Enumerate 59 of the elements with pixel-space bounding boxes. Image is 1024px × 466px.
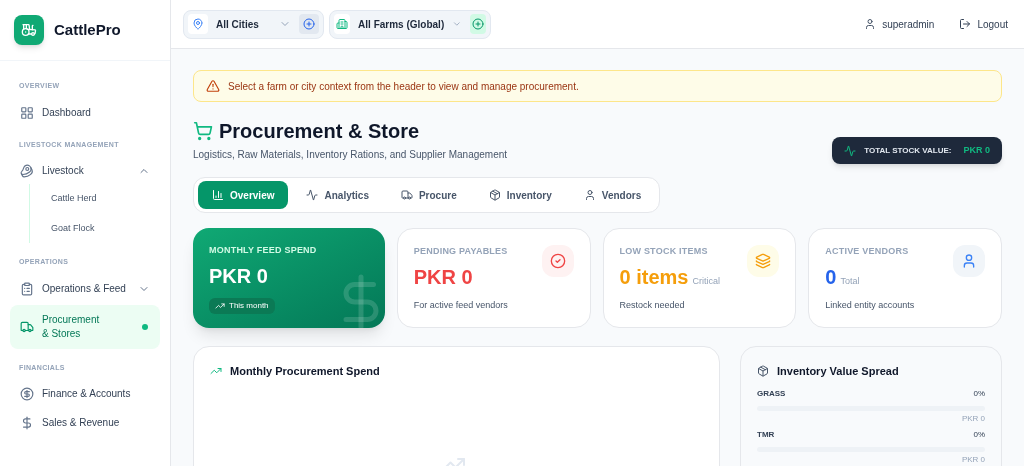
stat-value: PKR 0	[413, 264, 473, 290]
box-icon	[757, 365, 769, 378]
tab[interactable]: Inventory	[474, 181, 566, 209]
logout-button[interactable]: Logout	[959, 16, 1008, 32]
tab[interactable]: Procure	[386, 181, 471, 209]
total-stock-label: TOTAL STOCK VALUE:	[864, 144, 952, 157]
total-stock-value: PKR 0	[963, 143, 990, 157]
stat-note: Linked entity accounts	[825, 298, 915, 312]
city-select[interactable]: All Cities	[183, 9, 324, 39]
sidebar-item[interactable]: Procurement & Stores	[10, 304, 160, 349]
warning-icon	[206, 79, 220, 93]
stat-label: MONTHLY FEED SPEND	[209, 244, 318, 257]
stat-value: PKR 0	[209, 263, 269, 289]
brand-name: CattlePro	[54, 19, 121, 40]
item-percent: 0%	[973, 387, 985, 400]
map-pin-icon	[192, 18, 204, 30]
layers-icon	[755, 253, 772, 269]
tab[interactable]: Overview	[198, 181, 289, 209]
tab[interactable]: Analytics	[292, 181, 383, 209]
page-subtitle: Logistics, Raw Materials, Inventory Rations, and Supplier Management	[193, 148, 508, 162]
user-icon	[864, 18, 877, 30]
sidebar-item[interactable]: Dashboard	[10, 99, 160, 126]
stat-suffix: Total	[840, 274, 860, 288]
trend-badge: This month	[209, 297, 275, 314]
sidebar-item[interactable]: Livestock	[10, 158, 160, 184]
cart-icon	[193, 121, 213, 141]
sidebar-item[interactable]: Sales & Revenue	[10, 410, 160, 436]
stat-label: PENDING PAYABLES	[413, 245, 508, 258]
panel-title: Inventory Value Spread	[777, 364, 899, 379]
page-title: Procurement & Store	[219, 119, 420, 143]
add-city-button[interactable]	[299, 14, 319, 34]
item-name: TMR	[757, 428, 775, 441]
sidebar-subitem[interactable]: Cattle Herd	[30, 184, 160, 214]
panel-title: Monthly Procurement Spend	[230, 364, 380, 379]
tractor-icon	[21, 22, 37, 38]
stat-suffix: Critical	[692, 274, 720, 288]
stat-label: LOW STOCK ITEMS	[619, 245, 709, 258]
sidebar-item[interactable]: Operations & Feed	[10, 275, 160, 302]
item-value: PKR 0	[960, 453, 985, 466]
stat-note: Restock needed	[619, 298, 686, 312]
item-percent: 0%	[973, 428, 985, 441]
add-farm-button[interactable]	[469, 14, 486, 34]
farm-select[interactable]: All Farms (Global)	[329, 9, 491, 39]
stat-value: 0 items	[619, 264, 689, 290]
username: superadmin	[882, 17, 935, 32]
stat-value: 0	[825, 264, 837, 290]
sidebar-subitem[interactable]: Goat Flock	[30, 213, 160, 243]
building-icon	[336, 18, 349, 30]
pulse-icon	[844, 144, 857, 157]
sidebar-item[interactable]: Finance & Accounts	[10, 381, 160, 407]
alert-text: Select a farm or city context from the header to view and manage procurement.	[228, 79, 579, 94]
stat-note: For active feed vendors	[413, 298, 508, 312]
stat-label: ACTIVE VENDORS	[825, 245, 910, 258]
user-icon	[961, 253, 977, 269]
check-circle-icon	[549, 253, 566, 269]
item-name: GRASS	[757, 387, 786, 400]
logout-icon	[959, 18, 972, 30]
tab[interactable]: Vendors	[569, 181, 656, 209]
item-value: PKR 0	[960, 412, 985, 425]
